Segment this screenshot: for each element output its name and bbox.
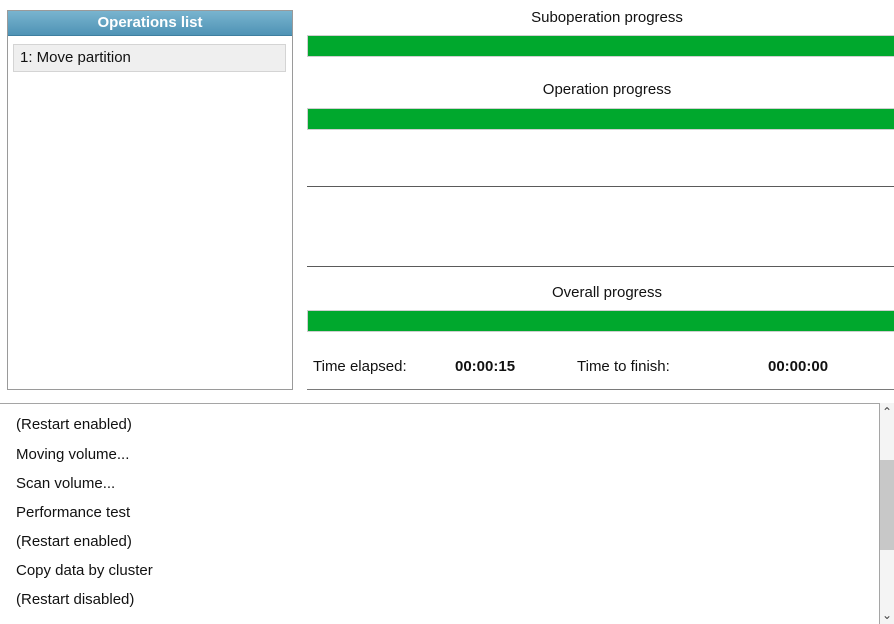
suboperation-progress-bar bbox=[307, 35, 894, 57]
operations-list-header: Operations list bbox=[8, 11, 292, 36]
operation-item[interactable]: 1: Move partition bbox=[13, 44, 286, 72]
log-panel: (Restart enabled) Moving volume... Scan … bbox=[0, 403, 880, 624]
log-scrollbar[interactable]: ⌃ ⌄ bbox=[880, 403, 894, 624]
divider-bottom bbox=[307, 266, 894, 267]
divider-time bbox=[307, 389, 894, 390]
log-line: (Restart enabled) bbox=[16, 533, 132, 550]
overall-progress-bar bbox=[307, 310, 894, 332]
chevron-down-icon[interactable]: ⌄ bbox=[880, 608, 894, 622]
operation-progress-label: Operation progress bbox=[542, 81, 672, 98]
divider-top bbox=[307, 186, 894, 187]
operation-progress-bar bbox=[307, 108, 894, 130]
operations-list-panel: Operations list 1: Move partition bbox=[7, 10, 293, 390]
time-elapsed-value: 00:00:15 bbox=[455, 358, 516, 375]
log-line: Moving volume... bbox=[16, 446, 130, 463]
log-line: (Restart enabled) bbox=[16, 416, 132, 433]
chevron-up-icon[interactable]: ⌃ bbox=[880, 405, 894, 419]
log-line: Copy data by cluster bbox=[16, 562, 153, 579]
log-line: Performance test bbox=[16, 504, 131, 521]
log-line: (Restart disabled) bbox=[16, 591, 135, 608]
scroll-thumb[interactable] bbox=[880, 460, 894, 550]
log-line: Scan volume... bbox=[16, 475, 116, 492]
time-to-finish-value: 00:00:00 bbox=[768, 358, 829, 375]
overall-progress-label: Overall progress bbox=[551, 284, 663, 301]
suboperation-progress-fill bbox=[308, 36, 894, 56]
time-elapsed-label: Time elapsed: bbox=[313, 358, 407, 375]
time-to-finish-label: Time to finish: bbox=[577, 358, 670, 375]
overall-progress-fill bbox=[308, 311, 894, 331]
suboperation-progress-label: Suboperation progress bbox=[531, 9, 683, 26]
operation-progress-fill bbox=[308, 109, 894, 129]
